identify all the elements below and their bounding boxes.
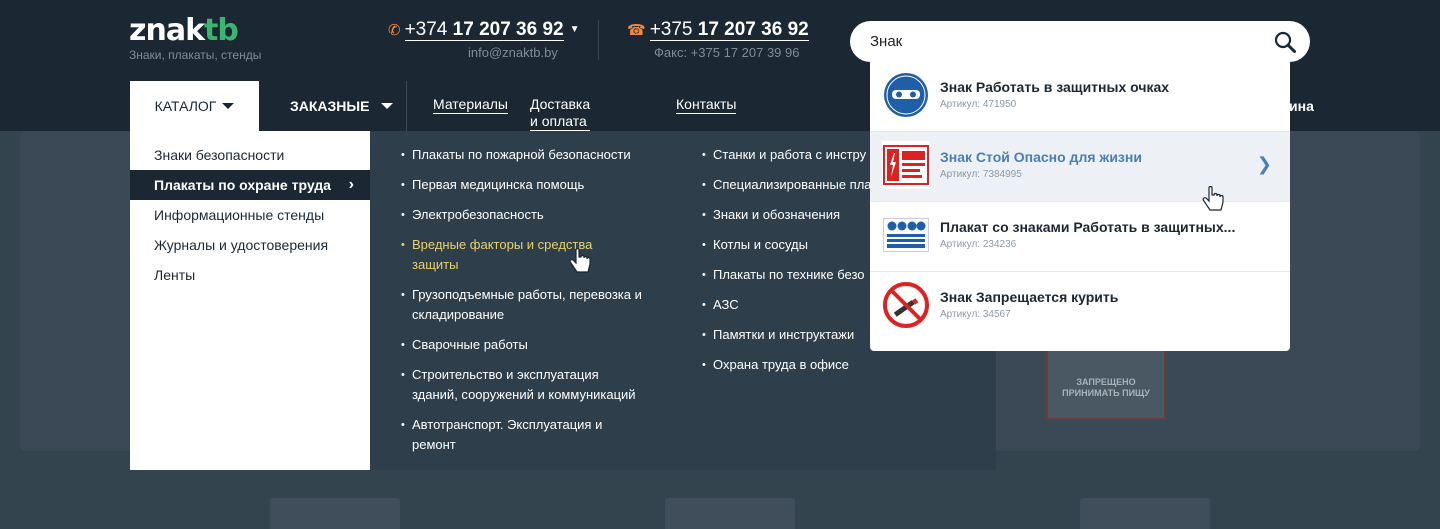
- category-label: Плакаты по охране труда: [154, 177, 331, 193]
- subcategory-link[interactable]: • Котлы и сосуды: [702, 235, 882, 255]
- chevron-down-icon[interactable]: ▼: [570, 24, 580, 35]
- subcategory-link[interactable]: • Электробезопасность: [401, 205, 661, 225]
- telephone-icon: ☎: [627, 22, 646, 39]
- chevron-right-icon: ›: [348, 176, 354, 193]
- sign-text: ЗАПРЕЩЕНО: [1076, 377, 1136, 387]
- chevron-right-icon: ❯: [1256, 154, 1272, 174]
- result-sku: Артикул: 7384995: [940, 169, 1022, 180]
- category-item-active[interactable]: Плакаты по охране труда ›: [130, 170, 370, 200]
- subcategory-link[interactable]: • Первая медицинска помощь: [401, 175, 661, 195]
- nav-link-materials[interactable]: Материалы: [433, 96, 508, 114]
- secondary-phone[interactable]: ☎ +375 17 207 36 92: [627, 19, 809, 41]
- fax-number: Факс: +375 17 207 39 96: [654, 45, 800, 60]
- subcategory-link[interactable]: • Плакаты по пожарной безопасности: [401, 145, 661, 165]
- catalog-categories: Знаки безопасности Плакаты по охране тру…: [130, 131, 370, 470]
- goggles-sign-icon: [882, 71, 930, 119]
- protective-poster-icon: [882, 211, 930, 259]
- search-input[interactable]: [870, 21, 1250, 62]
- category-item[interactable]: Знаки безопасности: [130, 140, 370, 170]
- nav-link-delivery[interactable]: Доставка и оплата: [530, 96, 591, 131]
- result-title: Знак Работать в защитных очках: [940, 79, 1170, 95]
- product-card-preview: [1080, 498, 1210, 529]
- result-sku: Артикул: 234236: [940, 239, 1017, 250]
- email-link[interactable]: info@znaktb.by: [468, 45, 558, 60]
- header-divider: [598, 20, 599, 60]
- logo-mark: znaktb: [129, 13, 239, 48]
- nav-divider: [406, 81, 407, 131]
- subcategory-link[interactable]: • Знаки и обозначения: [702, 205, 882, 225]
- search-result-item-active[interactable]: Знак Стой Опасно для жизни Артикул: 7384…: [870, 132, 1290, 202]
- phone-icon: ✆: [388, 22, 401, 39]
- primary-phone[interactable]: ✆ +374 17 207 36 92 ▼: [388, 19, 580, 41]
- product-card-preview: [665, 498, 795, 529]
- subcategory-link[interactable]: • Плакаты по технике безо: [702, 265, 882, 285]
- subcategory-link[interactable]: • Грузоподъемные работы, перевозка и скла…: [401, 285, 646, 325]
- search-result-item[interactable]: Плакат со знаками Работать в защитных...…: [870, 202, 1290, 272]
- category-item[interactable]: Ленты: [130, 260, 370, 290]
- category-item[interactable]: Информационные стенды: [130, 200, 370, 230]
- search-box: [850, 21, 1310, 62]
- sign-text: ПРИНИМАТЬ ПИЩУ: [1062, 388, 1150, 398]
- search-result-item[interactable]: Знак Работать в защитных очках Артикул: …: [870, 62, 1290, 132]
- catalog-label: КАТАЛОГ: [154, 98, 217, 114]
- custom-label: ЗАКАЗНЫЕ: [290, 98, 370, 114]
- logo[interactable]: znaktb Знаки, плакаты, стенды: [129, 13, 262, 63]
- stop-danger-sign-icon: [882, 141, 930, 189]
- catalog-menu-button[interactable]: КАТАЛОГ: [130, 81, 259, 131]
- result-title: Знак Запрещается курить: [940, 289, 1119, 305]
- subcategory-link[interactable]: • Автотранспорт. Эксплуатация и ремонт: [401, 415, 616, 455]
- result-sku: Артикул: 471950: [940, 99, 1017, 110]
- subcategory-link[interactable]: • Строительство и эксплуатация зданий, со…: [401, 365, 646, 405]
- custom-menu-button[interactable]: ЗАКАЗНЫЕ: [290, 81, 394, 131]
- cart-link[interactable]: ина: [1289, 98, 1314, 114]
- hand-cursor-icon: [569, 248, 591, 273]
- search-icon[interactable]: [1274, 31, 1296, 53]
- result-title: Плакат со знаками Работать в защитных...: [940, 219, 1236, 235]
- subcategory-link[interactable]: • Памятки и инструктажи: [702, 325, 882, 345]
- no-smoking-sign-icon: [882, 281, 930, 329]
- search-results: Знак Работать в защитных очках Артикул: …: [870, 62, 1290, 351]
- hand-cursor-icon: [1202, 186, 1224, 211]
- nav-link-contacts[interactable]: Контакты: [676, 96, 737, 114]
- category-item[interactable]: Журналы и удостоверения: [130, 230, 370, 260]
- result-title: Знак Стой Опасно для жизни: [940, 149, 1142, 165]
- result-sku: Артикул: 34567: [940, 309, 1011, 320]
- caret-down-icon: [222, 103, 235, 109]
- product-card-preview: [270, 498, 400, 529]
- subcategory-link[interactable]: • Сварочные работы: [401, 335, 661, 355]
- logo-tagline: Знаки, плакаты, стенды: [129, 48, 262, 62]
- subcategory-link[interactable]: • Станки и работа с инстру: [702, 145, 882, 165]
- subcategory-link[interactable]: • АЗС: [702, 295, 882, 315]
- search-result-item[interactable]: Знак Запрещается курить Артикул: 34567: [870, 272, 1290, 342]
- subcategory-link[interactable]: • Специализированные пла: [702, 175, 882, 195]
- caret-down-icon: [381, 103, 394, 109]
- subcategory-link[interactable]: • Охрана труда в офисе: [702, 355, 882, 375]
